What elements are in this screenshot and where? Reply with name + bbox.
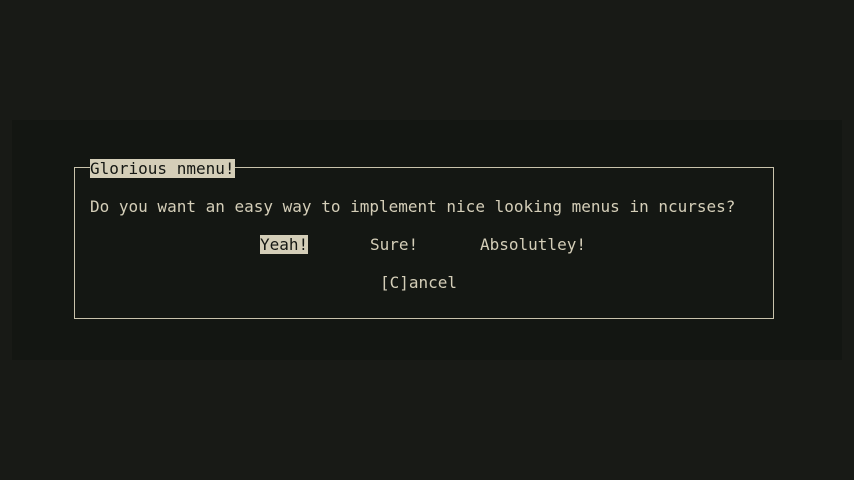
dialog-question: Do you want an easy way to implement nic… [90,197,736,216]
option-absolutley[interactable]: Absolutley! [480,235,586,254]
menu-dialog [74,167,774,319]
option-sure[interactable]: Sure! [370,235,418,254]
cancel-button[interactable]: [C]ancel [380,273,457,292]
option-yeah[interactable]: Yeah! [260,235,309,254]
dialog-title: Glorious nmenu! [90,159,235,178]
